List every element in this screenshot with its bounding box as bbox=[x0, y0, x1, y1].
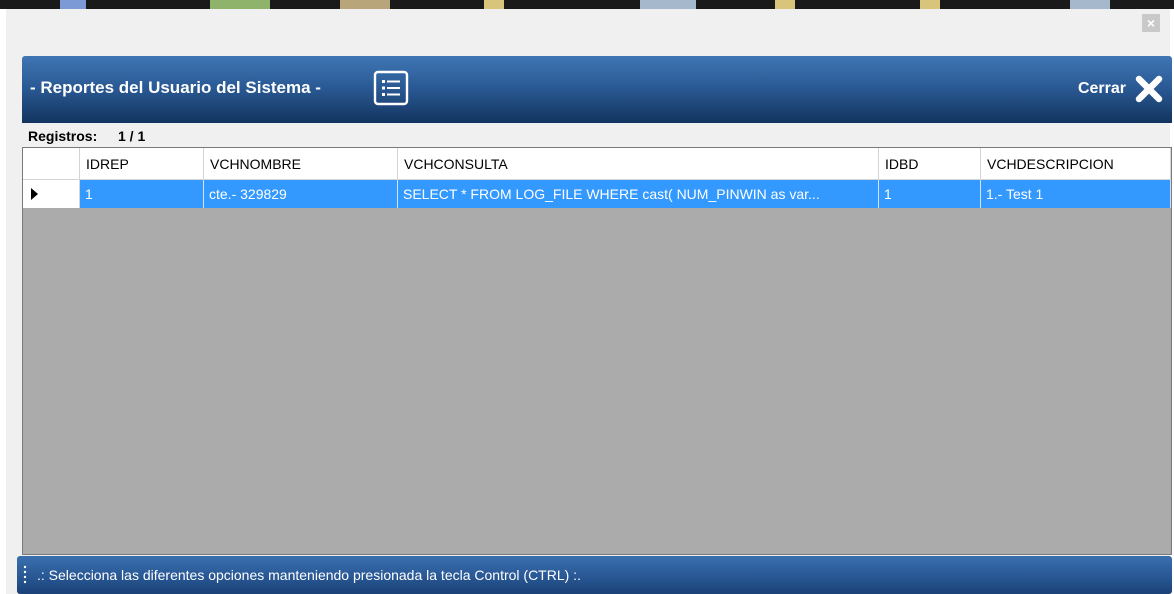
row-header-corner bbox=[23, 148, 80, 180]
cell-idrep[interactable]: 1 bbox=[80, 180, 204, 208]
background-thumbnail bbox=[210, 0, 270, 9]
close-button[interactable]: Cerrar bbox=[1078, 72, 1164, 106]
background-thumbnail bbox=[640, 0, 696, 9]
column-header-vchdescripcion[interactable]: VCHDESCRIPCION bbox=[981, 148, 1171, 180]
grip-icon bbox=[23, 565, 27, 584]
page-title: - Reportes del Usuario del Sistema - bbox=[30, 78, 321, 97]
header-bar: - Reportes del Usuario del Sistema - Cer… bbox=[22, 56, 1172, 123]
column-header-idbd[interactable]: IDBD bbox=[879, 148, 981, 180]
background-thumbnail bbox=[1070, 0, 1110, 9]
current-row-arrow-icon bbox=[31, 188, 38, 200]
column-header-idrep[interactable]: IDREP bbox=[80, 148, 204, 180]
window-close-button[interactable]: × bbox=[1142, 14, 1160, 32]
row-selector[interactable] bbox=[23, 180, 80, 208]
close-x-icon bbox=[1135, 75, 1163, 103]
cell-idbd[interactable]: 1 bbox=[879, 180, 981, 208]
records-label: Registros: bbox=[28, 128, 98, 144]
list-icon[interactable] bbox=[373, 70, 409, 106]
status-message: .: Selecciona las diferentes opciones ma… bbox=[37, 567, 581, 583]
close-button-label: Cerrar bbox=[1077, 80, 1126, 97]
data-grid[interactable]: IDREP VCHNOMBRE VCHCONSULTA IDBD VCHDESC… bbox=[22, 147, 1172, 555]
background-thumbnail bbox=[60, 0, 86, 9]
background-thumbnail bbox=[484, 0, 504, 9]
background-thumbnail bbox=[920, 0, 940, 9]
background-thumbnail bbox=[340, 0, 390, 9]
cell-vchnombre[interactable]: cte.- 329829 bbox=[204, 180, 398, 208]
background-app-strip bbox=[0, 0, 1174, 9]
records-value: 1 / 1 bbox=[118, 128, 146, 144]
column-header-vchconsulta[interactable]: VCHCONSULTA bbox=[398, 148, 879, 180]
table-row[interactable]: 1 cte.- 329829 SELECT * FROM LOG_FILE WH… bbox=[23, 180, 1171, 208]
background-thumbnail bbox=[775, 0, 795, 9]
close-icon: × bbox=[1146, 15, 1156, 31]
status-bar: .: Selecciona las diferentes opciones ma… bbox=[17, 556, 1172, 594]
column-header-vchnombre[interactable]: VCHNOMBRE bbox=[204, 148, 398, 180]
cell-vchdescripcion[interactable]: 1.- Test 1 bbox=[981, 180, 1171, 208]
cell-vchconsulta[interactable]: SELECT * FROM LOG_FILE WHERE cast( NUM_P… bbox=[398, 180, 879, 208]
records-counter: Registros: 1 / 1 bbox=[22, 126, 1172, 146]
grid-header-row: IDREP VCHNOMBRE VCHCONSULTA IDBD VCHDESC… bbox=[23, 148, 1171, 180]
